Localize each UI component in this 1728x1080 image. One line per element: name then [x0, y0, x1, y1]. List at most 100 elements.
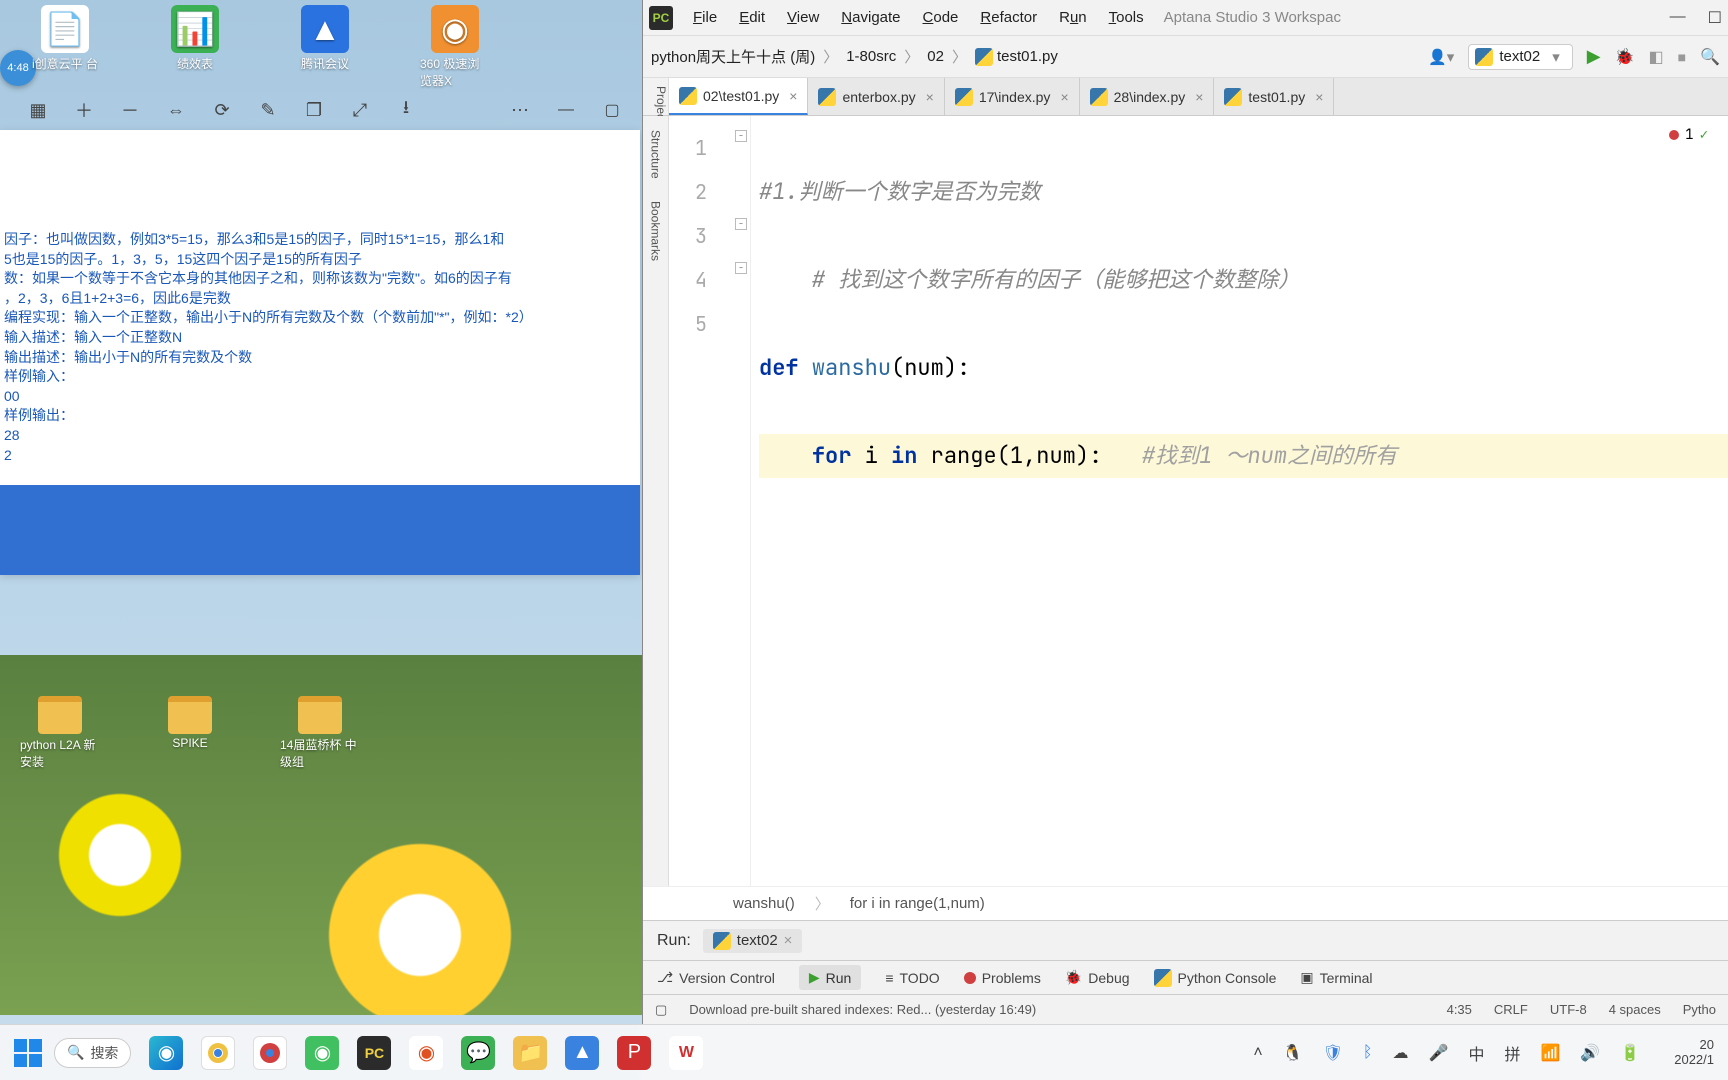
line-separator[interactable]: CRLF: [1494, 1002, 1528, 1017]
run-config-selector[interactable]: text02: [1468, 44, 1572, 70]
debug-tool-tab[interactable]: 🐞Debug: [1065, 969, 1130, 986]
taskbar-app[interactable]: P: [617, 1036, 651, 1070]
run-tool-tab[interactable]: ▶Run: [799, 965, 861, 990]
download-icon[interactable]: ⭳: [394, 98, 418, 122]
zoom-out-icon[interactable]: －: [118, 98, 142, 122]
project-tool-tab[interactable]: Project: [643, 78, 669, 115]
fold-icon[interactable]: −: [735, 262, 747, 274]
menu-edit[interactable]: Edit: [729, 5, 775, 30]
expand-icon[interactable]: ⤢: [348, 98, 372, 122]
breadcrumb-item[interactable]: for i in range(1,num): [850, 895, 985, 912]
todo-tool-tab[interactable]: ≡TODO: [885, 970, 939, 986]
problems-tool-tab[interactable]: Problems: [964, 970, 1041, 986]
debug-button-icon[interactable]: 🐞: [1615, 47, 1635, 67]
stop-icon[interactable]: ■: [1678, 49, 1686, 65]
close-icon[interactable]: ×: [784, 932, 793, 949]
editor-tab[interactable]: 02\test01.py×: [669, 78, 808, 115]
menu-run[interactable]: Run: [1049, 5, 1097, 30]
editor-tab[interactable]: 17\index.py×: [945, 78, 1080, 115]
desktop-icon[interactable]: python L2A 新安装: [20, 696, 100, 770]
tray-battery-icon[interactable]: 🔋: [1620, 1043, 1640, 1063]
navigation-bar: python周天上午十点 (周)〉 1-80src〉 02〉 test01.py…: [643, 36, 1728, 78]
bookmarks-tool-tab[interactable]: Bookmarks: [647, 195, 665, 267]
indent-setting[interactable]: 4 spaces: [1609, 1002, 1661, 1017]
fit-width-icon[interactable]: ⇔: [164, 98, 188, 122]
menu-file[interactable]: File: [683, 5, 727, 30]
code-editor[interactable]: 1 ✓ 1 2 3 4 5 − − − #1.判断一个数字是否为完数 # 找到这…: [669, 116, 1728, 886]
grid-icon[interactable]: ▦: [26, 98, 50, 122]
minimize-icon[interactable]: —: [554, 98, 578, 122]
tray-mic-icon[interactable]: 🎤: [1429, 1043, 1449, 1063]
menu-navigate[interactable]: Navigate: [831, 5, 910, 30]
interpreter[interactable]: Pytho: [1683, 1002, 1716, 1017]
coverage-icon[interactable]: ◧: [1648, 47, 1663, 67]
taskbar-app-browser[interactable]: [253, 1036, 287, 1070]
desktop-icon[interactable]: ▲腾讯会议: [290, 5, 360, 89]
vcs-tool-tab[interactable]: ⎇Version Control: [657, 969, 775, 986]
menu-code[interactable]: Code: [913, 5, 969, 30]
tray-qq-icon[interactable]: 🐧: [1283, 1043, 1303, 1063]
more-icon[interactable]: ⋯: [508, 98, 532, 122]
tray-ime2-icon[interactable]: 拼: [1504, 1041, 1520, 1065]
window-minimize-icon[interactable]: —: [1670, 8, 1686, 28]
fold-icon[interactable]: −: [735, 130, 747, 142]
tray-shield-icon[interactable]: 🛡: [1323, 1043, 1343, 1063]
search-icon[interactable]: 🔍: [1700, 47, 1720, 67]
editor-tab[interactable]: 28\index.py×: [1080, 78, 1215, 115]
editor-tab[interactable]: test01.py×: [1214, 78, 1334, 115]
menu-refactor[interactable]: Refactor: [970, 5, 1047, 30]
user-icon[interactable]: 👤▾: [1428, 48, 1454, 66]
tray-ime-icon[interactable]: 中: [1468, 1041, 1484, 1065]
tray-wifi-icon[interactable]: 📶: [1540, 1043, 1560, 1063]
fold-icon[interactable]: −: [735, 218, 747, 230]
edit-icon[interactable]: ✎: [256, 98, 280, 122]
taskbar-app-firefox[interactable]: ◉: [409, 1036, 443, 1070]
close-icon[interactable]: ×: [926, 89, 934, 105]
taskbar-app-wps[interactable]: W: [669, 1036, 703, 1070]
close-icon[interactable]: ×: [1315, 89, 1323, 105]
taskbar-app-edge[interactable]: ◉: [149, 1036, 183, 1070]
taskbar-app-wechat[interactable]: 💬: [461, 1036, 495, 1070]
taskbar-app-explorer[interactable]: 📁: [513, 1036, 547, 1070]
breadcrumb-item[interactable]: python周天上午十点 (周): [651, 46, 815, 67]
breadcrumb-item[interactable]: 1-80src: [846, 48, 896, 65]
copy-icon[interactable]: ❐: [302, 98, 326, 122]
close-icon[interactable]: ×: [789, 88, 797, 104]
menu-tools[interactable]: Tools: [1099, 5, 1154, 30]
breadcrumb-item[interactable]: wanshu(): [733, 895, 795, 912]
run-button-icon[interactable]: ▶: [1587, 46, 1601, 67]
run-tab[interactable]: text02 ×: [703, 929, 803, 953]
editor-tab[interactable]: enterbox.py×: [808, 78, 944, 115]
status-icon[interactable]: ▢: [655, 1002, 667, 1018]
taskbar-app[interactable]: ▲: [565, 1036, 599, 1070]
desktop-icon[interactable]: 📊绩效表: [160, 5, 230, 89]
rotate-icon[interactable]: ⟳: [210, 98, 234, 122]
file-encoding[interactable]: UTF-8: [1550, 1002, 1587, 1017]
menu-view[interactable]: View: [777, 5, 829, 30]
close-icon[interactable]: ×: [1195, 89, 1203, 105]
desktop-icon[interactable]: 📄i创意云平 台: [30, 5, 100, 89]
caret-position[interactable]: 4:35: [1447, 1002, 1472, 1017]
desktop-icon[interactable]: 14届蓝桥杯 中级组: [280, 696, 360, 770]
tray-chevron-icon[interactable]: ˄: [1253, 1044, 1262, 1062]
taskbar-search[interactable]: 🔍 搜索: [54, 1038, 131, 1068]
tray-bluetooth-icon[interactable]: ᛒ: [1363, 1044, 1373, 1062]
tray-volume-icon[interactable]: 🔊: [1580, 1043, 1600, 1063]
python-console-tool-tab[interactable]: Python Console: [1154, 969, 1277, 987]
desktop-icon[interactable]: ◉360 极速浏 览器X: [420, 5, 490, 89]
terminal-tool-tab[interactable]: ▣Terminal: [1300, 969, 1372, 986]
close-icon[interactable]: ×: [1060, 89, 1068, 105]
taskbar-app-pycharm[interactable]: PC: [357, 1036, 391, 1070]
zoom-in-icon[interactable]: ＋: [72, 98, 96, 122]
structure-tool-tab[interactable]: Structure: [647, 124, 665, 185]
breadcrumb-item[interactable]: test01.py: [997, 48, 1058, 65]
tray-clock[interactable]: 20 2022/1: [1674, 1038, 1714, 1067]
tray-cloud-icon[interactable]: ☁: [1393, 1043, 1409, 1063]
breadcrumb-item[interactable]: 02: [927, 48, 944, 65]
maximize-icon[interactable]: ▢: [600, 98, 624, 122]
taskbar-app-chrome[interactable]: [201, 1036, 235, 1070]
window-maximize-icon[interactable]: ☐: [1708, 8, 1722, 28]
taskbar-app-360[interactable]: ◉: [305, 1036, 339, 1070]
desktop-icon[interactable]: SPIKE: [150, 696, 230, 770]
start-button[interactable]: [14, 1039, 42, 1067]
